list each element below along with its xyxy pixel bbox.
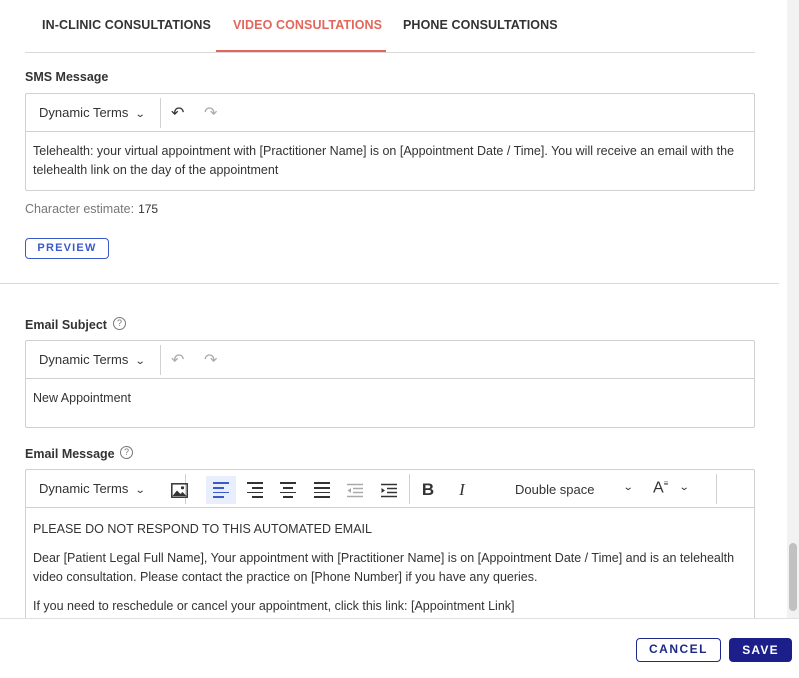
chevron-down-icon: ⌄ (678, 482, 690, 493)
sms-message-label: SMS Message (25, 70, 109, 84)
sms-toolbar: Dynamic Terms ⌄ ↶ ↷ (26, 94, 754, 132)
tab-phone[interactable]: PHONE CONSULTATIONS (403, 18, 558, 32)
dialog-footer: CANCEL SAVE (0, 618, 799, 678)
align-left-icon[interactable] (206, 476, 236, 504)
dynamic-terms-label: Dynamic Terms (39, 481, 129, 496)
scrollbar-thumb[interactable] (789, 543, 797, 611)
dynamic-terms-label: Dynamic Terms (39, 105, 129, 120)
toolbar-divider (716, 474, 717, 504)
line-spacing-dropdown[interactable]: Double space (515, 482, 595, 497)
character-estimate: Character estimate: 175 (25, 202, 158, 216)
email-subject-toolbar: Dynamic Terms ⌄ ↶ ↷ (26, 341, 754, 379)
email-paragraph: Dear [Patient Legal Full Name], Your app… (33, 551, 735, 584)
help-icon[interactable]: ? (120, 446, 133, 459)
align-right-icon[interactable] (240, 476, 270, 504)
email-paragraph: PLEASE DO NOT RESPOND TO THIS AUTOMATED … (33, 522, 372, 536)
redo-icon[interactable]: ↷ (204, 350, 217, 370)
email-subject-label: Email Subject (25, 318, 107, 332)
chevron-down-icon: ⌄ (135, 109, 146, 120)
sms-editor: Dynamic Terms ⌄ ↶ ↷ Telehealth: your virt… (25, 93, 755, 191)
undo-icon[interactable]: ↶ (171, 350, 184, 370)
chevron-down-icon: ⌄ (622, 482, 634, 493)
font-size-icon[interactable]: A≡ (653, 479, 668, 497)
help-icon[interactable]: ? (113, 317, 126, 330)
cancel-button[interactable]: CANCEL (636, 638, 721, 662)
email-message-editor: Dynamic Terms ⌄ B I Double space ⌄ A≡ ⌄ (25, 469, 755, 629)
chevron-down-icon: ⌄ (135, 485, 146, 496)
chevron-down-icon: ⌄ (135, 356, 146, 367)
indent-icon[interactable] (374, 476, 404, 504)
align-justify-icon[interactable] (307, 476, 337, 504)
email-message-toolbar: Dynamic Terms ⌄ B I Double space ⌄ A≡ ⌄ (26, 470, 754, 508)
outdent-icon[interactable] (340, 476, 370, 504)
redo-icon[interactable]: ↷ (204, 103, 217, 123)
toolbar-divider (409, 474, 410, 504)
undo-icon[interactable]: ↶ (171, 103, 184, 123)
section-divider (0, 283, 779, 284)
consultation-tabs: IN-CLINIC CONSULTATIONS VIDEO CONSULTATI… (25, 0, 755, 53)
character-estimate-label: Character estimate: (25, 202, 135, 216)
sms-text-area[interactable]: Telehealth: your virtual appointment wit… (26, 132, 754, 190)
toolbar-divider (160, 345, 161, 375)
email-subject-input[interactable]: New Appointment (26, 379, 754, 418)
scrollbar-track[interactable] (787, 0, 799, 620)
bold-icon[interactable]: B (413, 476, 443, 504)
email-subject-editor: Dynamic Terms ⌄ ↶ ↷ New Appointment (25, 340, 755, 428)
preview-button[interactable]: PREVIEW (25, 238, 109, 259)
align-center-icon[interactable] (273, 476, 303, 504)
email-message-body[interactable]: PLEASE DO NOT RESPOND TO THIS AUTOMATED … (26, 508, 754, 628)
insert-image-icon[interactable] (164, 476, 194, 504)
dynamic-terms-label: Dynamic Terms (39, 352, 129, 367)
character-estimate-value: 175 (138, 202, 159, 216)
email-subject-dynamic-terms-dropdown[interactable]: Dynamic Terms ⌄ (39, 352, 146, 367)
tab-video[interactable]: VIDEO CONSULTATIONS (233, 18, 382, 32)
active-tab-indicator (216, 50, 386, 52)
italic-icon[interactable]: I (447, 476, 477, 504)
save-button[interactable]: SAVE (729, 638, 792, 662)
email-message-dynamic-terms-dropdown[interactable]: Dynamic Terms ⌄ (39, 481, 146, 496)
sms-dynamic-terms-dropdown[interactable]: Dynamic Terms ⌄ (39, 105, 146, 120)
email-message-label: Email Message (25, 447, 115, 461)
toolbar-divider (160, 98, 161, 128)
tab-in-clinic[interactable]: IN-CLINIC CONSULTATIONS (42, 18, 211, 32)
email-paragraph: If you need to reschedule or cancel your… (33, 599, 515, 613)
